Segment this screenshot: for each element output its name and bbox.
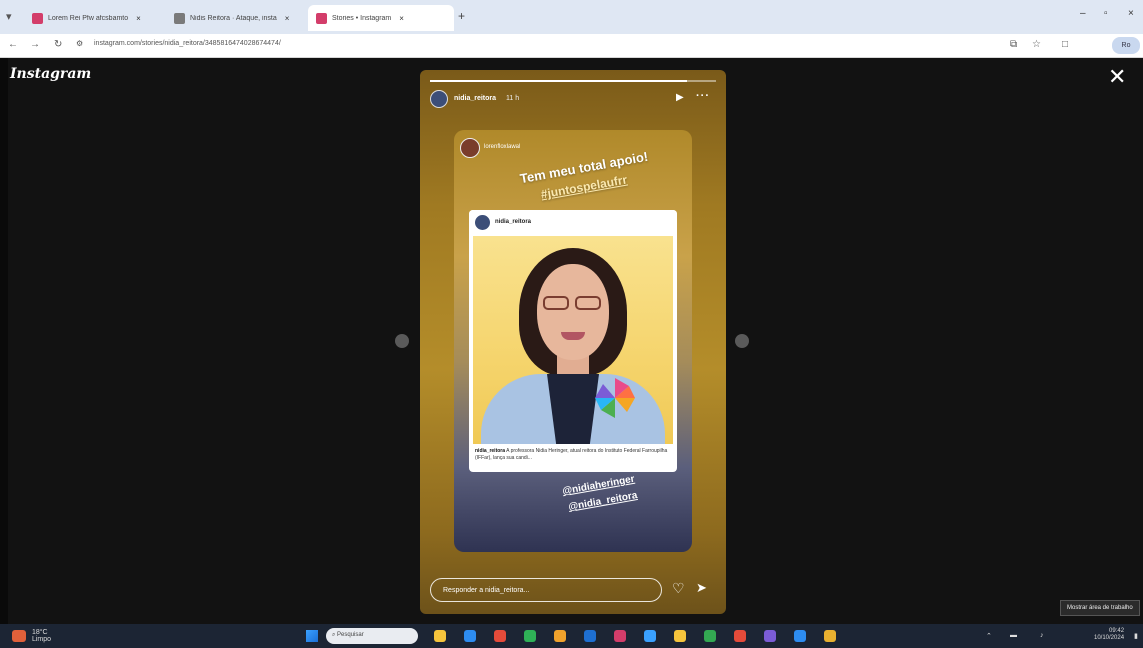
site-info-icon[interactable]: ⚙ [76,39,83,48]
story-progress-bar [430,80,716,82]
taskbar-search-input[interactable]: ⌕ Pesquisar [326,628,418,644]
taskbar-app-icon[interactable] [704,630,716,642]
clock-time: 09:42 [1109,628,1125,634]
taskbar-app-icon[interactable] [764,630,776,642]
taskbar-app-icon[interactable] [644,630,656,642]
new-tab-button[interactable]: + [458,9,465,23]
taskbar-app-icon[interactable] [614,630,626,642]
clock-date: 10/10/2024 [1094,635,1125,641]
weather-widget[interactable]: 18°C Limpo [12,629,51,643]
network-icon[interactable]: ▬ [1010,632,1017,639]
taskbar-app-icon[interactable] [584,630,596,642]
play-icon[interactable]: ▶ [676,92,684,103]
tab-search-icon[interactable]: ▾ [6,10,20,24]
taskbar-app-icon[interactable] [494,630,506,642]
previous-story-button[interactable] [395,334,409,348]
search-placeholder: Pesquisar [337,632,364,638]
maximize-icon[interactable]: ▫ [1104,8,1108,19]
windows-taskbar: 18°C Limpo ⌕ Pesquisar ⌃ ▬ ♪ 09:42 10/10… [0,624,1143,648]
reply-input[interactable]: Responder a nidia_reitora... [430,578,662,602]
close-tab-icon[interactable]: × [285,14,290,23]
post-caption: nidia_reitora A professora Nidia Heringe… [475,448,671,462]
post-avatar [475,215,490,230]
story-timestamp: 11 h [506,95,520,102]
weather-description: Limpo [31,636,52,643]
post-photo [473,236,673,444]
browser-tab-3-active[interactable]: Stories • Instagram × [308,5,454,31]
notification-icon[interactable]: ▮ [1134,632,1138,640]
post-username: nidia_reitora [495,219,532,225]
send-icon[interactable]: ➤ [696,580,707,596]
post-header: nidia_reitora [469,210,677,236]
back-icon[interactable]: ← [8,39,18,50]
tab-favicon [316,12,327,24]
taskbar-app-icon[interactable] [794,630,806,642]
reload-icon[interactable]: ↻ [54,39,62,50]
taskbar-app-icon[interactable] [824,630,836,642]
show-desktop-tooltip: Mostrar área de trabalho [1060,600,1140,616]
reshare-username[interactable]: lorenfloxlawal [484,144,520,150]
photo-face [537,264,609,360]
windows-start-icon[interactable] [306,630,318,642]
story-username[interactable]: nidia_reitora [454,95,496,102]
taskbar-app-icon[interactable] [674,630,686,642]
photo-top [547,374,599,444]
browser-tab-2[interactable]: Nidis Reitora · Ataque, insta × [166,5,306,31]
taskbar-app-icon[interactable] [524,630,536,642]
reshared-story: lorenfloxlawal Tem meu total apoio! #jun… [454,130,692,552]
install-app-icon[interactable]: ⧉ [1010,39,1017,50]
reshare-avatar[interactable] [460,138,480,158]
shared-post-card[interactable]: nidia_reitora nidia_reitora A professora… [469,210,677,472]
extensions-icon[interactable]: □ [1062,39,1068,50]
url-field[interactable]: instagram.com/stories/nidia_reitora/3485… [94,40,281,47]
volume-icon[interactable]: ♪ [1040,632,1044,639]
photo-glasses [543,296,603,310]
story-progress-fill [430,80,688,82]
tab-title: Stories • Instagram [332,14,392,22]
weather-icon [12,630,26,642]
more-options-icon[interactable]: ··· [696,90,710,102]
address-bar: ← → ↻ ⚙ instagram.com/stories/nidia_reit… [0,34,1143,58]
minimize-icon[interactable]: – [1080,8,1086,19]
taskbar-app-icon[interactable] [464,630,476,642]
tab-favicon [32,12,43,24]
taskbar-app-icon[interactable] [554,630,566,642]
like-heart-icon[interactable]: ♡ [672,580,685,597]
tab-title: Lorem Rei Pfw afcsbamto [48,14,129,22]
story-avatar[interactable] [430,90,448,108]
bookmark-star-icon[interactable]: ☆ [1032,39,1041,50]
profile-button[interactable]: Ro [1112,37,1140,54]
browser-tab-1[interactable]: Lorem Rei Pfw afcsbamto × [24,5,164,31]
taskbar-app-icon[interactable] [734,630,746,642]
forward-icon[interactable]: → [30,39,40,50]
weather-temperature: 18°C [31,629,48,636]
close-window-icon[interactable]: × [1128,8,1134,19]
caption-username: nidia_reitora [475,448,506,454]
instagram-logo[interactable]: Instagram [10,66,91,82]
tray-chevron-icon[interactable]: ⌃ [986,632,992,640]
close-tab-icon[interactable]: × [136,14,141,23]
tab-favicon [174,12,185,24]
close-tab-icon[interactable]: × [399,14,404,23]
story-card[interactable]: nidia_reitora 11 h ▶ ··· lorenfloxlawal … [420,70,726,614]
tab-title: Nidis Reitora · Ataque, insta [190,14,277,22]
browser-tab-bar: ▾ Lorem Rei Pfw afcsbamto × Nidis Reitor… [0,0,1143,34]
close-story-icon[interactable]: ✕ [1108,66,1126,88]
pinwheel-logo-icon [595,378,635,418]
clock[interactable]: 09:42 10/10/2024 [1094,628,1124,642]
taskbar-app-icon[interactable] [434,630,446,642]
next-story-button[interactable] [735,334,749,348]
